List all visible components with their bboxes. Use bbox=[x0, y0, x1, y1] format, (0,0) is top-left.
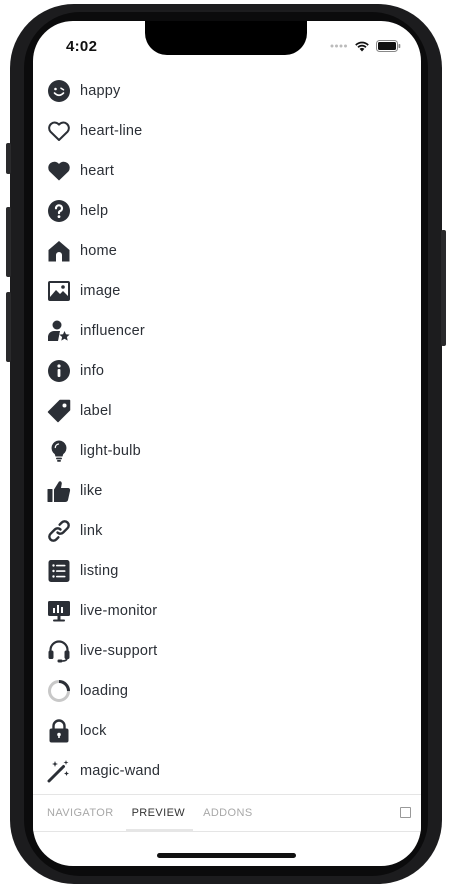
link-icon bbox=[47, 519, 71, 543]
image-icon bbox=[47, 279, 71, 303]
list-item[interactable]: influencer bbox=[33, 311, 421, 351]
item-label: light-bulb bbox=[80, 443, 141, 459]
item-label: loading bbox=[80, 683, 129, 699]
notch bbox=[145, 21, 307, 55]
tab-navigator[interactable]: NAVIGATOR bbox=[47, 795, 114, 831]
mute-switch bbox=[6, 143, 11, 174]
heart-line-icon bbox=[47, 119, 71, 143]
magic-wand-icon bbox=[47, 759, 71, 783]
list-item[interactable]: image bbox=[33, 271, 421, 311]
item-label: live-monitor bbox=[80, 603, 158, 619]
item-label: info bbox=[80, 363, 105, 379]
list-item[interactable]: like bbox=[33, 471, 421, 511]
like-icon bbox=[47, 479, 71, 503]
listing-icon bbox=[47, 559, 71, 583]
item-label: lock bbox=[80, 723, 107, 739]
item-label: heart-line bbox=[80, 123, 143, 139]
tab-addons[interactable]: ADDONS bbox=[203, 795, 252, 831]
list-item[interactable]: heart-line bbox=[33, 111, 421, 151]
battery-icon bbox=[376, 40, 401, 52]
addon-tab-bar: NAVIGATOR PREVIEW ADDONS bbox=[33, 794, 421, 832]
item-label: home bbox=[80, 243, 118, 259]
list-item[interactable]: live-monitor bbox=[33, 591, 421, 631]
wifi-icon bbox=[355, 41, 369, 52]
light-bulb-icon bbox=[47, 439, 71, 463]
fullscreen-toggle-icon[interactable] bbox=[400, 807, 411, 818]
item-label: influencer bbox=[80, 323, 145, 339]
list-item[interactable]: info bbox=[33, 351, 421, 391]
label-icon bbox=[47, 399, 71, 423]
happy-icon bbox=[47, 79, 71, 103]
list-item[interactable]: loading bbox=[33, 671, 421, 711]
list-item[interactable]: happy bbox=[33, 71, 421, 111]
item-label: magic-wand bbox=[80, 763, 161, 779]
status-icons bbox=[330, 40, 401, 52]
list-item[interactable]: lock bbox=[33, 711, 421, 751]
list-item[interactable]: light-bulb bbox=[33, 431, 421, 471]
loading-icon bbox=[47, 679, 71, 703]
cellular-signal-icon bbox=[330, 44, 347, 48]
power-button bbox=[441, 230, 446, 346]
home-indicator[interactable] bbox=[157, 853, 296, 858]
list-item[interactable]: help bbox=[33, 191, 421, 231]
item-label: image bbox=[80, 283, 121, 299]
help-icon bbox=[47, 199, 71, 223]
home-icon bbox=[47, 239, 71, 263]
item-label: help bbox=[80, 203, 109, 219]
item-label: link bbox=[80, 523, 103, 539]
icon-list: happy heart-line heart help home image i… bbox=[33, 71, 421, 791]
info-icon bbox=[47, 359, 71, 383]
influencer-icon bbox=[47, 319, 71, 343]
volume-up-button bbox=[6, 207, 11, 277]
screen: 4:02 happy heart-line heart help home im… bbox=[33, 21, 421, 866]
list-item[interactable]: link bbox=[33, 511, 421, 551]
item-label: happy bbox=[80, 83, 121, 99]
item-label: label bbox=[80, 403, 112, 419]
item-label: like bbox=[80, 483, 103, 499]
item-label: live-support bbox=[80, 643, 158, 659]
live-monitor-icon bbox=[47, 599, 71, 623]
volume-down-button bbox=[6, 292, 11, 362]
list-item[interactable]: heart bbox=[33, 151, 421, 191]
lock-icon bbox=[47, 719, 71, 743]
tab-preview[interactable]: PREVIEW bbox=[125, 795, 193, 832]
list-item[interactable]: listing bbox=[33, 551, 421, 591]
status-time: 4:02 bbox=[66, 38, 98, 55]
heart-icon bbox=[47, 159, 71, 183]
live-support-icon bbox=[47, 639, 71, 663]
list-item[interactable]: live-support bbox=[33, 631, 421, 671]
list-item[interactable]: home bbox=[33, 231, 421, 271]
list-item[interactable]: label bbox=[33, 391, 421, 431]
item-label: listing bbox=[80, 563, 119, 579]
list-item[interactable]: magic-wand bbox=[33, 751, 421, 791]
item-label: heart bbox=[80, 163, 115, 179]
